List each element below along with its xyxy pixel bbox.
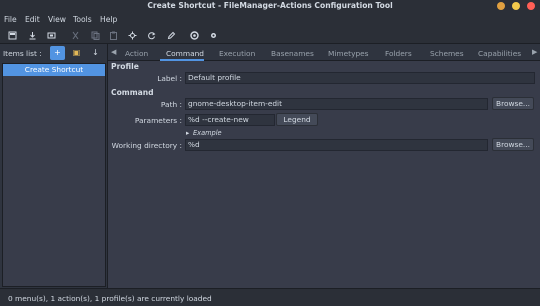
tab-execution[interactable]: Execution — [219, 49, 255, 58]
items-tree[interactable]: Create Shortcut — [2, 63, 106, 287]
profile-heading: Profile — [111, 62, 139, 71]
status-bar: 0 menu(s), 1 action(s), 1 profile(s) are… — [0, 288, 540, 306]
parameters-field[interactable]: %d --create-new — [185, 114, 275, 126]
menu-edit[interactable]: Edit — [25, 15, 40, 24]
path-caption: Path : — [160, 100, 182, 109]
paste-item-button[interactable]: ▣ — [69, 46, 84, 60]
reload-icon[interactable] — [147, 31, 156, 40]
move-down-button[interactable]: ↓ — [88, 46, 103, 60]
maximize-button[interactable] — [512, 2, 520, 10]
close-button[interactable] — [527, 2, 535, 10]
about-icon[interactable] — [209, 31, 218, 40]
active-tab-indicator — [160, 59, 204, 61]
copy-icon[interactable] — [91, 31, 100, 40]
add-item-button[interactable]: + — [50, 46, 65, 60]
status-text: 0 menu(s), 1 action(s), 1 profile(s) are… — [8, 294, 212, 303]
menu-tools[interactable]: Tools — [73, 15, 92, 24]
menu-help[interactable]: Help — [100, 15, 117, 24]
menu-bar: File Edit View Tools Help — [0, 12, 540, 27]
help-icon[interactable] — [190, 31, 199, 40]
editor-pane: ◀ Action Command Execution Basenames Mim… — [108, 44, 540, 288]
new-profile-icon[interactable] — [47, 31, 56, 40]
new-action-icon[interactable] — [28, 31, 37, 40]
tab-schemes[interactable]: Schemes — [430, 49, 464, 58]
menu-file[interactable]: File — [4, 15, 17, 24]
legend-button[interactable]: Legend — [276, 113, 318, 126]
tab-scroll-right-icon[interactable]: ▶ — [532, 48, 537, 56]
toolbar — [0, 27, 540, 44]
list-item[interactable]: Create Shortcut — [3, 64, 105, 76]
path-field[interactable]: gnome-desktop-item-edit — [185, 98, 488, 110]
profile-label-field[interactable]: Default profile — [185, 72, 535, 84]
profile-label-caption: Label : — [157, 74, 182, 83]
paste-icon[interactable] — [109, 31, 118, 40]
menu-view[interactable]: View — [48, 15, 66, 24]
items-list-label: Items list : — [3, 49, 42, 58]
tab-capabilities[interactable]: Capabilities — [478, 49, 521, 58]
cut-icon[interactable] — [71, 31, 80, 40]
tab-basenames[interactable]: Basenames — [271, 49, 314, 58]
window-title: Create Shortcut - FileManager-Actions Co… — [147, 1, 393, 10]
working-directory-field[interactable]: %d — [185, 139, 488, 151]
working-directory-browse-button[interactable]: Browse... — [492, 138, 534, 151]
tab-action[interactable]: Action — [125, 49, 148, 58]
new-menu-icon[interactable] — [8, 31, 17, 40]
path-browse-button[interactable]: Browse... — [492, 97, 534, 110]
preferences-icon[interactable] — [128, 31, 137, 40]
tab-scroll-left-icon[interactable]: ◀ — [111, 48, 116, 56]
tab-command[interactable]: Command — [166, 49, 204, 58]
tab-mimetypes[interactable]: Mimetypes — [328, 49, 369, 58]
example-expander-icon[interactable]: ▸ — [186, 129, 189, 137]
minimize-button[interactable] — [497, 2, 505, 10]
command-heading: Command — [111, 88, 154, 97]
working-directory-caption: Working directory : — [111, 141, 182, 150]
example-expander[interactable]: Example — [193, 129, 222, 137]
edit-icon[interactable] — [167, 31, 176, 40]
tab-bar: ◀ Action Command Execution Basenames Mim… — [108, 44, 540, 61]
items-list-pane: Items list : + ▣ ↓ Create Shortcut — [0, 44, 108, 288]
tab-folders[interactable]: Folders — [385, 49, 412, 58]
parameters-caption: Parameters : — [134, 116, 182, 125]
title-bar: Create Shortcut - FileManager-Actions Co… — [0, 0, 540, 12]
